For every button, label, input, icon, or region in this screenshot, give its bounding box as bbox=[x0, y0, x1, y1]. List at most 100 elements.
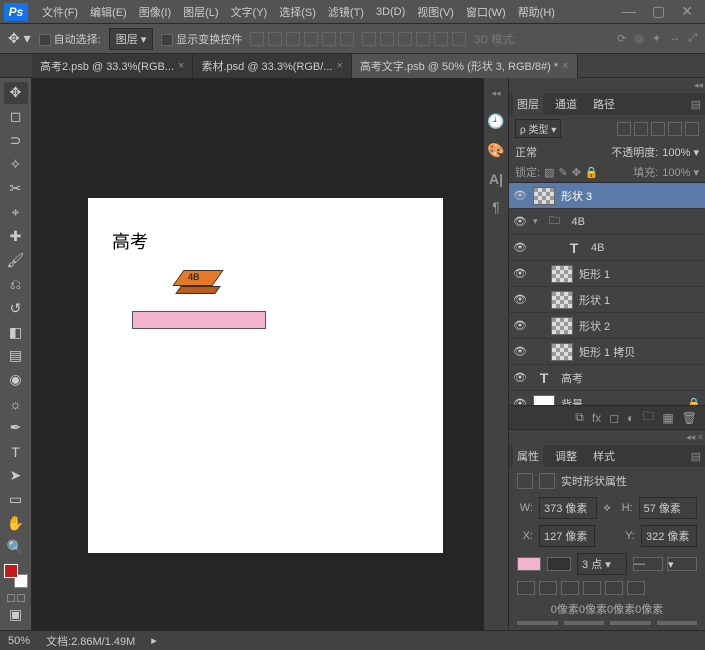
window-close[interactable]: ✕ bbox=[681, 3, 693, 20]
lock-icons[interactable]: ▨✎✥🔒 bbox=[544, 166, 599, 179]
layer-row[interactable]: 👁 形状 2 bbox=[509, 313, 705, 339]
eraser-tool[interactable]: ◧ bbox=[4, 321, 28, 343]
status-arrow-icon[interactable]: ▸ bbox=[151, 634, 157, 647]
distribute-icons[interactable] bbox=[362, 32, 466, 46]
y-input[interactable]: 322 像素 bbox=[641, 525, 697, 547]
stroke-width-input[interactable]: 3 点 ▾ bbox=[577, 553, 627, 575]
move-tool[interactable]: ✥ bbox=[4, 82, 28, 104]
stroke-style-select[interactable]: —▾ bbox=[633, 557, 697, 571]
visibility-toggle[interactable]: 👁 bbox=[513, 267, 527, 280]
layer-name[interactable]: 高考 bbox=[561, 370, 583, 386]
menu-layer[interactable]: 图层(L) bbox=[177, 4, 224, 20]
doc-tab-1-close[interactable]: × bbox=[178, 60, 184, 72]
menu-select[interactable]: 选择(S) bbox=[273, 4, 322, 20]
fg-color-swatch[interactable] bbox=[4, 564, 18, 578]
fill-color-swatch[interactable] bbox=[517, 557, 541, 571]
stroke-align-row[interactable] bbox=[517, 581, 697, 595]
path-select-tool[interactable]: ➤ bbox=[4, 465, 28, 487]
menu-help[interactable]: 帮助(H) bbox=[512, 4, 561, 20]
layer-name[interactable]: 矩形 1 bbox=[579, 266, 610, 282]
layer-row[interactable]: 👁 T 4B bbox=[509, 235, 705, 261]
document-canvas[interactable]: 高考 4B bbox=[88, 198, 443, 553]
visibility-toggle[interactable]: 👁 bbox=[513, 241, 527, 254]
zoom-level[interactable]: 50% bbox=[8, 635, 30, 647]
fill-value[interactable]: 100% ▾ bbox=[662, 166, 699, 179]
doc-tab-1[interactable]: 高考2.psb @ 33.3%(RGB...× bbox=[32, 54, 193, 78]
layer-row[interactable]: 👁 形状 3 bbox=[509, 183, 705, 209]
layer-row[interactable]: 👁 矩形 1 拷贝 bbox=[509, 339, 705, 365]
tab-styles[interactable]: 样式 bbox=[589, 445, 619, 467]
menu-file[interactable]: 文件(F) bbox=[36, 4, 84, 20]
stroke-color-swatch[interactable] bbox=[547, 557, 571, 571]
brush-tool[interactable]: 🖌 bbox=[4, 249, 28, 271]
doc-tab-3[interactable]: 高考文字.psb @ 50% (形状 3, RGB/8#) *× bbox=[352, 54, 578, 78]
auto-select-checkbox[interactable] bbox=[39, 34, 51, 46]
shape-tool[interactable]: ▭ bbox=[4, 488, 28, 510]
hand-tool[interactable]: ✋ bbox=[4, 512, 28, 534]
dodge-tool[interactable]: ☼ bbox=[4, 393, 28, 415]
tab-channels[interactable]: 通道 bbox=[551, 93, 581, 115]
width-input[interactable]: 373 像素 bbox=[539, 497, 597, 519]
visibility-toggle[interactable]: 👁 bbox=[513, 397, 527, 405]
align-icons[interactable] bbox=[250, 32, 354, 46]
pen-tool[interactable]: ✒ bbox=[4, 417, 28, 439]
show-transform-checkbox[interactable] bbox=[161, 34, 173, 46]
layer-row[interactable]: 👁 矩形 1 bbox=[509, 261, 705, 287]
layer-filter-kind[interactable]: ρ 类型 ▾ bbox=[515, 119, 561, 138]
menu-image[interactable]: 图像(I) bbox=[133, 4, 177, 20]
delete-layer-button[interactable]: 🗑 bbox=[682, 411, 697, 425]
props-collapse-button[interactable]: ◂◂ × bbox=[509, 430, 705, 445]
visibility-toggle[interactable]: 👁 bbox=[513, 345, 527, 358]
auto-select-target[interactable]: 图层 ▾ bbox=[109, 28, 154, 50]
eyedropper-tool[interactable]: ⌖ bbox=[4, 202, 28, 224]
magic-wand-tool[interactable]: ✧ bbox=[4, 154, 28, 176]
layer-row[interactable]: 👁 背景 🔒 bbox=[509, 391, 705, 405]
window-restore[interactable]: ▢ bbox=[652, 3, 665, 20]
layer-name[interactable]: 形状 2 bbox=[579, 318, 610, 334]
layers-collapse-button[interactable]: ◂◂ bbox=[509, 78, 705, 93]
height-input[interactable]: 57 像素 bbox=[639, 497, 697, 519]
quickmask-toggle[interactable] bbox=[7, 594, 25, 602]
canvas-area[interactable]: 高考 4B bbox=[32, 78, 483, 630]
doc-tab-3-close[interactable]: × bbox=[562, 60, 568, 72]
character-panel-icon[interactable]: A| bbox=[489, 171, 503, 187]
layer-mask-button[interactable]: ◻ bbox=[609, 411, 619, 425]
tab-adjustments[interactable]: 调整 bbox=[551, 445, 581, 467]
menu-type[interactable]: 文字(Y) bbox=[225, 4, 274, 20]
lasso-tool[interactable]: ⊃ bbox=[4, 130, 28, 152]
marquee-tool[interactable]: ◻ bbox=[4, 106, 28, 128]
crop-tool[interactable]: ✂ bbox=[4, 178, 28, 200]
visibility-toggle[interactable]: 👁 bbox=[513, 293, 527, 306]
layer-row[interactable]: 👁 形状 1 bbox=[509, 287, 705, 313]
menu-edit[interactable]: 编辑(E) bbox=[84, 4, 133, 20]
doc-size[interactable]: 文档:2.86M/1.49M bbox=[46, 633, 135, 649]
color-swatches[interactable] bbox=[4, 564, 28, 588]
screen-mode-button[interactable]: ▣ bbox=[4, 604, 28, 626]
blend-mode-select[interactable]: 正常 bbox=[515, 144, 607, 160]
3d-pan-icon[interactable]: ✦ bbox=[652, 32, 661, 45]
paragraph-panel-icon[interactable]: ¶ bbox=[492, 199, 500, 215]
menu-view[interactable]: 视图(V) bbox=[411, 4, 460, 20]
link-layers-button[interactable]: ⧉ bbox=[575, 410, 584, 425]
layer-name[interactable]: 背景 bbox=[561, 396, 583, 406]
layer-row[interactable]: 👁 ▾ 🗀 4B bbox=[509, 209, 705, 235]
zoom-tool[interactable]: 🔍 bbox=[4, 536, 28, 558]
layer-fx-button[interactable]: fx bbox=[592, 411, 601, 425]
x-input[interactable]: 127 像素 bbox=[539, 525, 595, 547]
layer-filter-icons[interactable] bbox=[617, 122, 699, 136]
adjustment-layer-button[interactable]: ◐ bbox=[627, 411, 634, 425]
new-layer-button[interactable]: ▦ bbox=[662, 411, 673, 425]
new-group-button[interactable]: 🗀 bbox=[642, 407, 654, 428]
clone-stamp-tool[interactable]: ⎌ bbox=[4, 273, 28, 295]
visibility-toggle[interactable]: 👁 bbox=[513, 371, 527, 384]
blur-tool[interactable]: ◉ bbox=[4, 369, 28, 391]
history-panel-icon[interactable]: 🕘 bbox=[487, 113, 504, 130]
link-wh-icon[interactable]: ⟡ bbox=[603, 502, 610, 515]
tab-properties[interactable]: 属性 bbox=[513, 445, 543, 467]
tab-layers[interactable]: 图层 bbox=[513, 93, 543, 115]
layer-name[interactable]: 形状 3 bbox=[561, 188, 592, 204]
menu-filter[interactable]: 滤镜(T) bbox=[322, 4, 370, 20]
layer-row[interactable]: 👁 T 高考 bbox=[509, 365, 705, 391]
dock-collapse-button[interactable]: ◂◂ bbox=[489, 86, 502, 101]
visibility-toggle[interactable]: 👁 bbox=[513, 215, 527, 228]
